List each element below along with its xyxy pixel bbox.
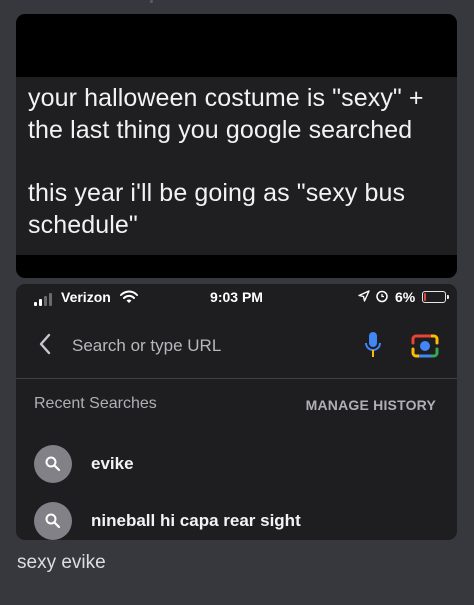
search-bar[interactable]: Search or type URL xyxy=(16,318,457,378)
meme-line-1: your halloween costume is "sexy" + xyxy=(28,84,424,112)
battery-level-fill xyxy=(424,293,426,301)
recent-search-label: evike xyxy=(91,454,134,473)
microphone-icon[interactable] xyxy=(363,330,383,360)
search-input[interactable]: Search or type URL xyxy=(72,336,221,356)
meme-line-2: the last thing you google searched xyxy=(28,116,413,144)
meme-image: your halloween costume is "sexy" + the l… xyxy=(16,14,457,278)
back-chevron-icon[interactable] xyxy=(38,332,52,356)
status-time: 9:03 PM xyxy=(210,289,263,305)
search-icon xyxy=(34,445,72,483)
location-icon xyxy=(358,290,370,302)
manage-history-link[interactable]: MANAGE HISTORY xyxy=(306,397,436,413)
recent-search-item[interactable]: nineball hi capa rear sight xyxy=(34,502,444,540)
status-bar: Verizon 9:03 PM 6% xyxy=(16,284,457,312)
recent-searches-title: Recent Searches xyxy=(34,395,157,412)
divider xyxy=(16,378,457,379)
battery-percent: 6% xyxy=(395,289,416,305)
decorative-dot xyxy=(150,0,153,3)
recent-search-item[interactable]: evike xyxy=(34,445,444,485)
browser-screenshot: Verizon 9:03 PM 6% Search or type URL Re… xyxy=(16,284,457,540)
battery-icon xyxy=(422,291,449,303)
post-caption: sexy evike xyxy=(17,552,106,573)
alarm-icon xyxy=(376,290,388,303)
meme-line-3: this year i'll be going as "sexy bus xyxy=(28,179,406,207)
google-lens-icon[interactable] xyxy=(410,332,440,360)
recent-search-label: nineball hi capa rear sight xyxy=(91,511,301,530)
search-icon xyxy=(34,502,72,540)
meme-line-4: schedule" xyxy=(28,211,138,239)
